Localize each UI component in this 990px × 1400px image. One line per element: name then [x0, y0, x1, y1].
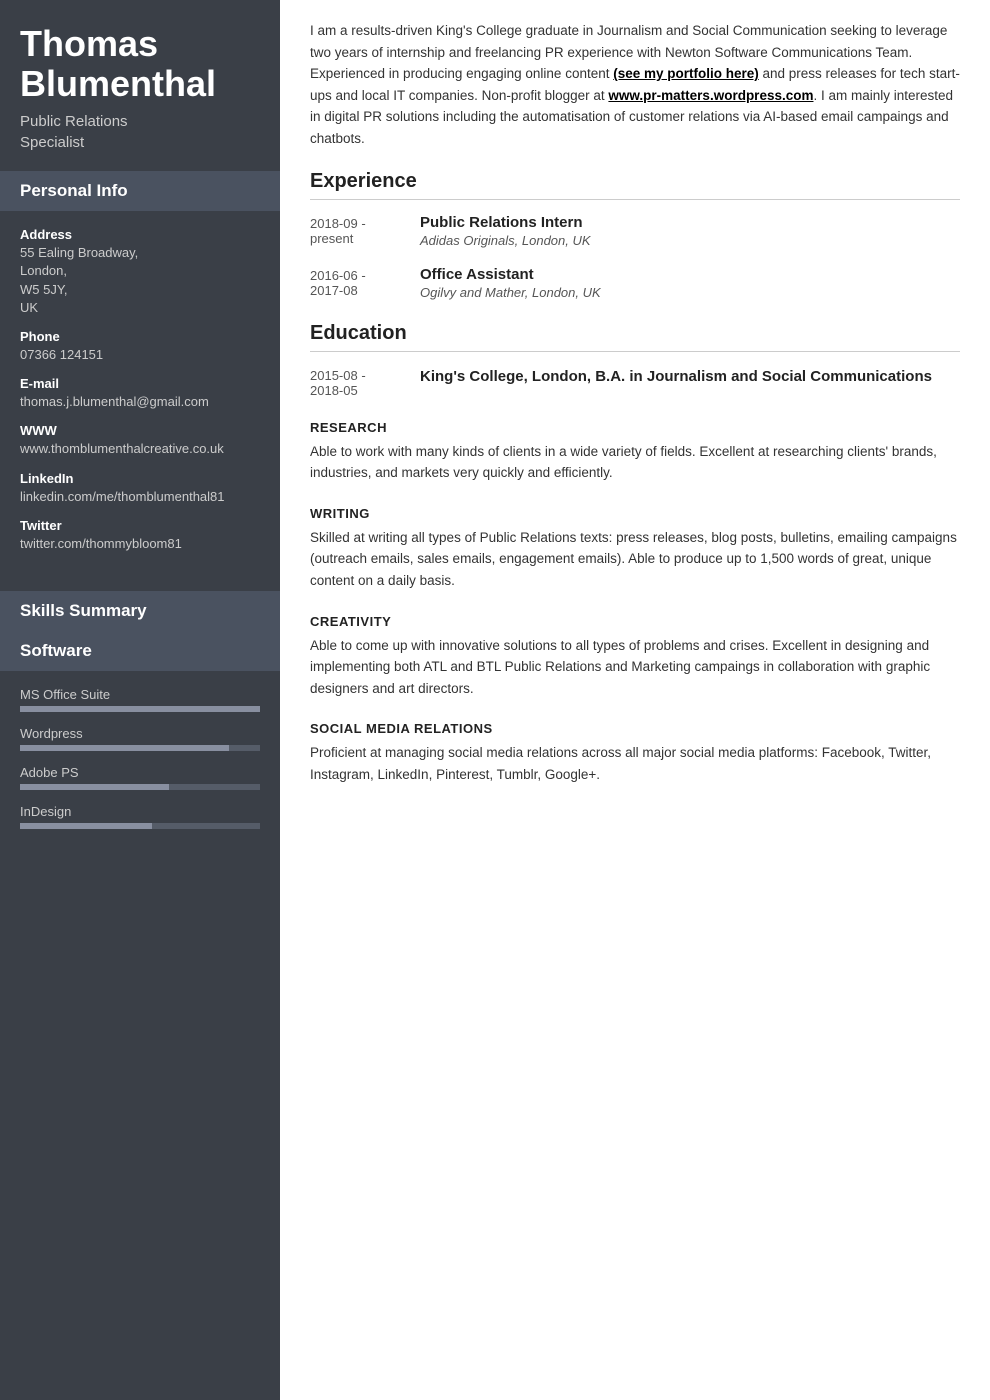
skill-ms-office-bar-bg: [20, 706, 260, 712]
skill-wordpress-bar-fill: [20, 745, 229, 751]
software-header: Software: [0, 631, 280, 671]
edu-details-1: King's College, London, B.A. in Journali…: [420, 366, 960, 398]
address-value: 55 Ealing Broadway,London,W5 5JY,UK: [20, 244, 260, 317]
phone-value: 07366 124151: [20, 346, 260, 364]
linkedin-label: LinkedIn: [20, 471, 260, 486]
education-title: Education: [310, 322, 960, 352]
research-section: RESEARCH Able to work with many kinds of…: [310, 420, 960, 484]
skill-wordpress: Wordpress: [20, 726, 260, 751]
skill-adobe-ps: Adobe PS: [20, 765, 260, 790]
exp-item-2: 2016-06 -2017-08 Office Assistant Ogilvy…: [310, 266, 960, 300]
address-item: Address 55 Ealing Broadway,London,W5 5JY…: [20, 227, 260, 317]
edu-degree-1: King's College, London, B.A. in Journali…: [420, 366, 960, 387]
skill-adobe-ps-bar-fill: [20, 784, 169, 790]
skill-indesign: InDesign: [20, 804, 260, 829]
creativity-section: CREATIVITY Able to come up with innovati…: [310, 614, 960, 700]
research-title: RESEARCH: [310, 420, 960, 435]
education-section: Education 2015-08 -2018-05 King's Colleg…: [310, 322, 960, 398]
skill-ms-office: MS Office Suite: [20, 687, 260, 712]
email-value: thomas.j.blumenthal@gmail.com: [20, 393, 260, 411]
edu-item-1: 2015-08 -2018-05 King's College, London,…: [310, 366, 960, 398]
social-media-description: Proficient at managing social media rela…: [310, 742, 960, 785]
exp-dates-1: 2018-09 -present: [310, 214, 420, 248]
social-media-title: SOCIAL MEDIA RELATIONS: [310, 721, 960, 736]
sidebar-header: Thomas Blumenthal Public RelationsSpecia…: [0, 0, 280, 171]
experience-title: Experience: [310, 170, 960, 200]
exp-company-2: Ogilvy and Mather, London, UK: [420, 285, 960, 300]
writing-title: WRITING: [310, 506, 960, 521]
candidate-name: Thomas Blumenthal: [20, 24, 260, 103]
linkedin-value: linkedin.com/me/thomblumenthal81: [20, 488, 260, 506]
candidate-title: Public RelationsSpecialist: [20, 111, 260, 153]
exp-company-1: Adidas Originals, London, UK: [420, 233, 960, 248]
skills-sections: RESEARCH Able to work with many kinds of…: [310, 420, 960, 786]
exp-details-2: Office Assistant Ogilvy and Mather, Lond…: [420, 266, 960, 300]
skills-summary-header: Skills Summary: [0, 591, 280, 631]
twitter-value: twitter.com/thommybloom81: [20, 535, 260, 553]
personal-info-content: Address 55 Ealing Broadway,London,W5 5JY…: [0, 211, 280, 581]
writing-description: Skilled at writing all types of Public R…: [310, 527, 960, 592]
skill-indesign-bar-bg: [20, 823, 260, 829]
creativity-title: CREATIVITY: [310, 614, 960, 629]
twitter-item: Twitter twitter.com/thommybloom81: [20, 518, 260, 553]
www-label: WWW: [20, 423, 260, 438]
social-media-section: SOCIAL MEDIA RELATIONS Proficient at man…: [310, 721, 960, 785]
skill-adobe-ps-name: Adobe PS: [20, 765, 260, 780]
blog-link[interactable]: www.pr-matters.wordpress.com: [608, 88, 813, 103]
creativity-description: Able to come up with innovative solution…: [310, 635, 960, 700]
twitter-label: Twitter: [20, 518, 260, 533]
exp-role-1: Public Relations Intern: [420, 214, 960, 231]
research-description: Able to work with many kinds of clients …: [310, 441, 960, 484]
skill-indesign-bar-fill: [20, 823, 152, 829]
portfolio-link[interactable]: (see my portfolio here): [613, 66, 759, 81]
skill-adobe-ps-bar-bg: [20, 784, 260, 790]
skill-ms-office-name: MS Office Suite: [20, 687, 260, 702]
software-content: MS Office Suite Wordpress Adobe PS InDes…: [0, 671, 280, 859]
exp-details-1: Public Relations Intern Adidas Originals…: [420, 214, 960, 248]
sidebar: Thomas Blumenthal Public RelationsSpecia…: [0, 0, 280, 1400]
intro-paragraph: I am a results-driven King's College gra…: [310, 20, 960, 150]
phone-item: Phone 07366 124151: [20, 329, 260, 364]
skill-wordpress-name: Wordpress: [20, 726, 260, 741]
skill-ms-office-bar-fill: [20, 706, 260, 712]
edu-dates-1: 2015-08 -2018-05: [310, 366, 420, 398]
main-content: I am a results-driven King's College gra…: [280, 0, 990, 1400]
exp-item-1: 2018-09 -present Public Relations Intern…: [310, 214, 960, 248]
personal-info-header: Personal Info: [0, 171, 280, 211]
exp-dates-2: 2016-06 -2017-08: [310, 266, 420, 300]
skill-indesign-name: InDesign: [20, 804, 260, 819]
email-label: E-mail: [20, 376, 260, 391]
linkedin-item: LinkedIn linkedin.com/me/thomblumenthal8…: [20, 471, 260, 506]
phone-label: Phone: [20, 329, 260, 344]
exp-role-2: Office Assistant: [420, 266, 960, 283]
address-label: Address: [20, 227, 260, 242]
skill-wordpress-bar-bg: [20, 745, 260, 751]
email-item: E-mail thomas.j.blumenthal@gmail.com: [20, 376, 260, 411]
writing-section: WRITING Skilled at writing all types of …: [310, 506, 960, 592]
experience-section: Experience 2018-09 -present Public Relat…: [310, 170, 960, 300]
www-item: WWW www.thomblumenthalcreative.co.uk: [20, 423, 260, 458]
www-value: www.thomblumenthalcreative.co.uk: [20, 440, 260, 458]
